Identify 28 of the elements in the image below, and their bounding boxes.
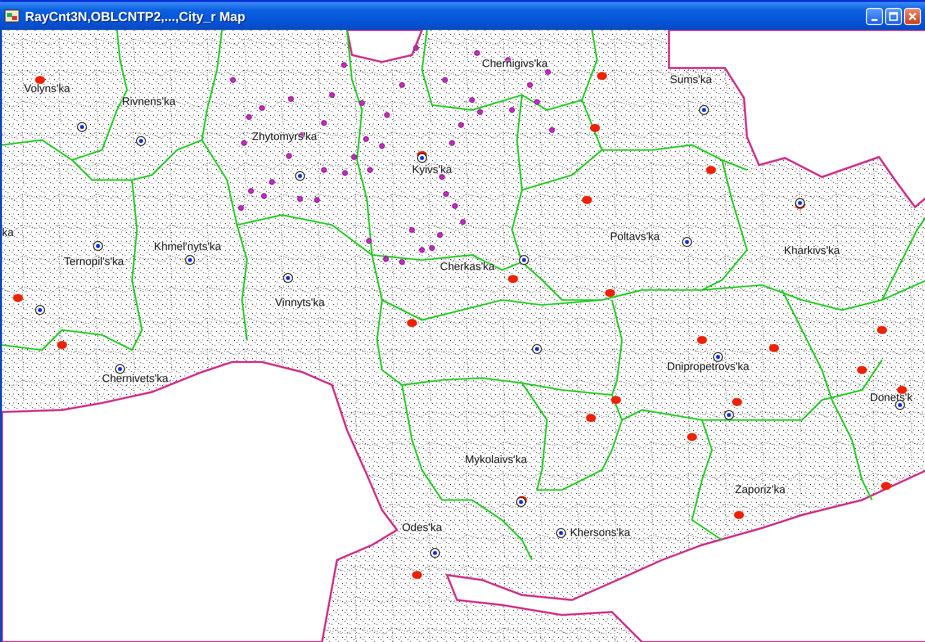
maximize-icon	[888, 10, 899, 22]
maximize-button[interactable]	[885, 8, 902, 24]
region-label: Khersons'ka	[570, 527, 630, 539]
region-label: Ternopil's'ka	[64, 256, 124, 268]
close-icon	[907, 10, 918, 22]
region-label: Sums'ka	[670, 74, 712, 86]
region-label: Khmel'nyts'ka	[154, 241, 222, 253]
region-label: Kharkivs'ka	[784, 245, 840, 257]
region-label: Poltavs'ka	[610, 231, 660, 243]
region-label: Odes'ka	[402, 522, 442, 534]
region-label: Rivnens'ka	[122, 96, 176, 108]
region-label: Donets'k	[870, 392, 912, 404]
map-app-icon	[4, 8, 20, 24]
region-label: Vinnyts'ka	[275, 297, 325, 309]
region-label: Chernivets'ka	[102, 373, 168, 385]
region-label: Volyns'ka	[24, 83, 70, 95]
region-label: Cherkas'ka	[440, 261, 495, 273]
region-label: ka	[2, 227, 14, 239]
region-label: Mykolaivs'ka	[465, 454, 528, 466]
region-label: Zaporiz'ka	[735, 484, 786, 496]
minimize-button[interactable]	[866, 8, 883, 24]
region-label: Dnipropetrovs'ka	[667, 361, 750, 373]
region-label: Kyivs'ka	[412, 164, 452, 176]
minimize-icon	[871, 18, 878, 20]
region-label: Zhytomyrs'ka	[252, 131, 318, 143]
close-button[interactable]	[904, 8, 921, 24]
window-title: RayCnt3N,OBLCNTP2,...,City_r Map	[25, 8, 246, 24]
region-label: Chernigivs'ka	[482, 58, 548, 70]
